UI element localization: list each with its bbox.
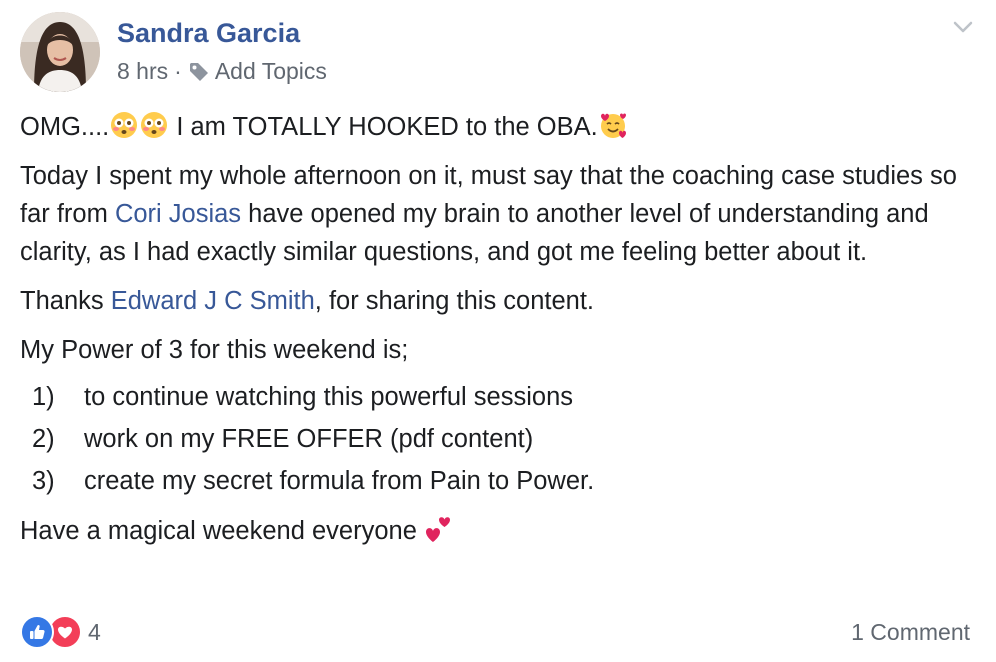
post-closing: Have a magical weekend everyone xyxy=(20,512,970,550)
post-text: Have a magical weekend everyone xyxy=(20,517,424,545)
meta-separator: · xyxy=(174,58,182,84)
post-footer: 4 1 Comment xyxy=(0,605,996,660)
post-body: OMG.... I am TOTALLY HOOKED to the OBA. … xyxy=(20,108,970,561)
post-paragraph-3: Thanks Edward J C Smith, for sharing thi… xyxy=(20,282,970,320)
like-icon[interactable] xyxy=(20,615,54,649)
two-hearts-emoji xyxy=(424,514,454,544)
list-text: to continue watching this powerful sessi… xyxy=(84,383,574,411)
smiling-face-with-hearts-emoji xyxy=(598,110,628,140)
post-line-1: OMG.... I am TOTALLY HOOKED to the OBA. xyxy=(20,108,970,146)
list-item: 1) to continue watching this powerful se… xyxy=(20,376,970,418)
post-time[interactable]: 8 hrs xyxy=(117,58,168,85)
avatar[interactable] xyxy=(20,12,100,92)
list-text: work on my FREE OFFER (pdf content) xyxy=(84,425,534,453)
flushed-face-emoji xyxy=(109,110,139,140)
post-header: Sandra Garcia 8 hrs · Add Topics xyxy=(0,0,996,100)
post-meta: 8 hrs · Add Topics xyxy=(117,58,327,85)
list-item: 3) create my secret formula from Pain to… xyxy=(20,460,970,502)
reaction-count[interactable]: 4 xyxy=(88,619,101,646)
post-text: I am TOTALLY HOOKED to the OBA. xyxy=(169,113,598,141)
power-of-3-list: 1) to continue watching this powerful se… xyxy=(20,376,970,502)
post-text: Thanks xyxy=(20,287,111,315)
tag-icon[interactable] xyxy=(188,61,210,83)
reactions-summary[interactable]: 4 xyxy=(20,615,101,649)
list-number: 3) xyxy=(32,467,55,495)
post-paragraph-4: My Power of 3 for this weekend is; xyxy=(20,336,409,364)
list-item: 2) work on my FREE OFFER (pdf content) xyxy=(20,418,970,460)
mention-link[interactable]: Edward J C Smith xyxy=(111,287,315,315)
post-text: OMG.... xyxy=(20,113,110,141)
author-name[interactable]: Sandra Garcia xyxy=(117,18,300,49)
add-topics-link[interactable]: Add Topics xyxy=(215,58,327,85)
comments-count-link[interactable]: 1 Comment xyxy=(851,619,970,646)
list-number: 1) xyxy=(32,383,55,411)
list-text: create my secret formula from Pain to Po… xyxy=(84,467,595,495)
list-number: 2) xyxy=(32,425,55,453)
flushed-face-emoji xyxy=(139,110,169,140)
mention-link[interactable]: Cori Josias xyxy=(115,200,241,228)
chevron-down-icon[interactable] xyxy=(950,14,976,40)
post-text: , for sharing this content. xyxy=(314,287,595,315)
post-paragraph-2: Today I spent my whole afternoon on it, … xyxy=(20,157,970,271)
